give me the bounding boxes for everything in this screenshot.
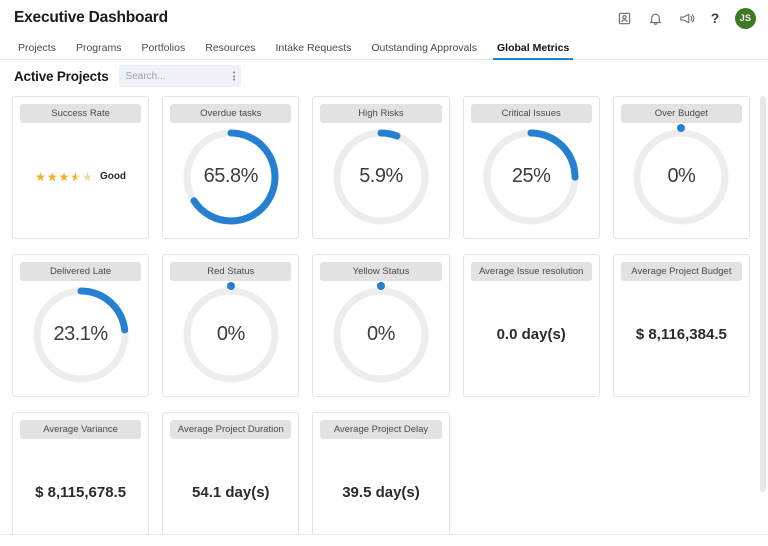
app-header: Executive Dashboard ? JS: [0, 0, 768, 36]
metric-card-body: 0%: [170, 281, 291, 388]
metric-card-body: 54.1 day(s): [170, 439, 291, 535]
tab-programs[interactable]: Programs: [66, 42, 132, 59]
gauge-value: 5.9%: [359, 165, 403, 187]
star-rating: ★★★★★★★★★★ Good: [35, 171, 126, 183]
metric-card-body: $ 8,116,384.5: [621, 281, 742, 388]
metric-card-body: 0%: [621, 123, 742, 230]
metric-card-label: Yellow Status: [320, 262, 442, 281]
search-box[interactable]: [118, 65, 276, 87]
metric-card-label: Overdue tasks: [170, 104, 292, 123]
metric-card-average-project-duration[interactable]: Average Project Duration 54.1 day(s): [162, 412, 300, 535]
metric-card-body: 23.1%: [20, 281, 141, 388]
metric-card-label: Delivered Late: [20, 262, 142, 281]
metric-card-yellow-status[interactable]: Yellow Status 0%: [312, 254, 450, 397]
tab-portfolios[interactable]: Portfolios: [131, 42, 195, 59]
tab-intake-requests[interactable]: Intake Requests: [265, 42, 361, 59]
gauge-chart: 0%: [629, 123, 733, 229]
gauge-value: 0%: [667, 165, 696, 187]
gauge-value: 65.8%: [203, 165, 259, 187]
gauge-chart: 0%: [329, 281, 433, 387]
tab-outstanding-approvals[interactable]: Outstanding Approvals: [361, 42, 487, 59]
metric-card-body: 25%: [471, 123, 592, 230]
gauge-value: 23.1%: [53, 323, 108, 345]
metric-card-body: $ 8,115,678.5: [20, 439, 141, 535]
metric-card-red-status[interactable]: Red Status 0%: [162, 254, 300, 397]
bell-icon[interactable]: [647, 10, 664, 27]
header-actions: ? JS: [616, 7, 756, 29]
avatar[interactable]: JS: [735, 7, 756, 29]
scrollbar-thumb[interactable]: [760, 96, 766, 492]
toolbar: Active Projects: [0, 60, 768, 92]
bottom-divider: [0, 534, 768, 535]
metric-card-delivered-late[interactable]: Delivered Late 23.1%: [12, 254, 150, 397]
metric-card-label: Success Rate: [20, 104, 142, 123]
metrics-scroll-area: Success Rate ★★★★★★★★★★ Good Overdue tasks 6…: [0, 92, 768, 535]
metric-card-average-project-budget[interactable]: Average Project Budget $ 8,116,384.5: [612, 254, 750, 397]
gauge-chart: 0%: [179, 281, 283, 387]
metric-card-label: Average Project Delay: [320, 420, 442, 439]
gauge-chart: 25%: [479, 125, 583, 229]
metric-card-body: 5.9%: [320, 123, 441, 230]
gauge-chart: 65.8%: [179, 125, 283, 229]
metric-card-body: 0%: [320, 281, 441, 388]
search-input[interactable]: [118, 65, 276, 87]
metric-value: 39.5 day(s): [342, 484, 420, 501]
metric-value: $ 8,116,384.5: [635, 326, 727, 343]
metric-card-label: Average Project Budget: [620, 262, 742, 281]
star-rating-icons: ★★★★★★★★★★: [35, 169, 94, 184]
metric-card-overdue-tasks[interactable]: Overdue tasks 65.8%: [162, 96, 300, 239]
id-badge-icon[interactable]: [616, 10, 633, 27]
kebab-menu-icon[interactable]: [232, 71, 235, 81]
metric-value: 54.1 day(s): [192, 484, 270, 501]
metric-card-average-project-delay[interactable]: Average Project Delay 39.5 day(s): [312, 412, 450, 535]
tab-projects[interactable]: Projects: [8, 42, 66, 59]
metric-card-body: 65.8%: [170, 123, 291, 230]
vertical-scrollbar[interactable]: [760, 92, 766, 535]
metric-card-body: ★★★★★★★★★★ Good: [20, 123, 141, 230]
metric-card-average-variance[interactable]: Average Variance $ 8,115,678.5: [12, 412, 150, 535]
megaphone-icon[interactable]: [678, 10, 695, 27]
help-icon[interactable]: ?: [709, 10, 721, 26]
metric-card-label: Critical Issues: [470, 104, 592, 123]
metric-card-label: Red Status: [170, 262, 292, 281]
metric-card-label: High Risks: [320, 104, 442, 123]
metric-card-label: Average Variance: [20, 420, 142, 439]
metric-value: 0.0 day(s): [496, 326, 566, 343]
gauge-chart: 5.9%: [329, 125, 433, 229]
metric-card-success-rate[interactable]: Success Rate ★★★★★★★★★★ Good: [12, 96, 150, 239]
metric-value: $ 8,115,678.5: [35, 484, 127, 501]
tab-global-metrics[interactable]: Global Metrics: [487, 42, 579, 60]
metric-card-over-budget[interactable]: Over Budget 0%: [612, 96, 750, 239]
gauge-value: 25%: [511, 165, 551, 187]
metric-card-label: Average Project Duration: [170, 420, 292, 439]
star-rating-label: Good: [99, 171, 127, 182]
gauge-value: 0%: [367, 323, 395, 345]
metrics-grid: Success Rate ★★★★★★★★★★ Good Overdue tasks 6…: [12, 92, 750, 535]
metric-card-high-risks[interactable]: High Risks 5.9%: [312, 96, 450, 239]
gauge-value: 0%: [216, 323, 245, 345]
metric-card-body: 39.5 day(s): [320, 439, 441, 535]
page-title: Executive Dashboard: [14, 9, 168, 26]
metric-card-critical-issues[interactable]: Critical Issues 25%: [462, 96, 600, 239]
metric-card-label: Average Issue resolution: [470, 262, 592, 281]
tab-resources[interactable]: Resources: [195, 42, 265, 59]
metric-card-label: Over Budget: [620, 104, 742, 123]
gauge-chart: 23.1%: [29, 283, 133, 387]
section-title: Active Projects: [14, 68, 109, 84]
metric-card-body: 0.0 day(s): [471, 281, 592, 388]
tabbar: Projects Programs Portfolios Resources I…: [0, 36, 768, 60]
metric-card-average-issue-resolution[interactable]: Average Issue resolution 0.0 day(s): [462, 254, 600, 397]
